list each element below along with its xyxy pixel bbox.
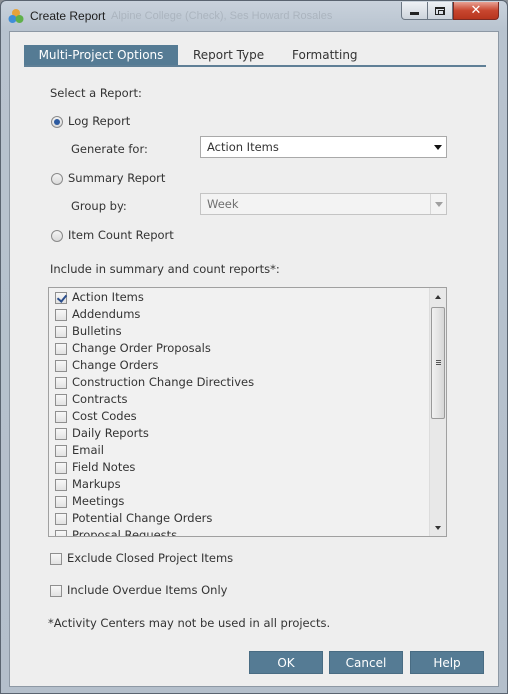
list-item[interactable]: Email xyxy=(49,442,429,459)
chevron-down-icon xyxy=(430,194,446,214)
activity-centers-list[interactable]: Action Items Addendums Bulletins Change … xyxy=(48,287,447,537)
log-report-label[interactable]: Log Report xyxy=(68,114,130,128)
minimize-button[interactable] xyxy=(401,2,428,20)
list-items: Action Items Addendums Bulletins Change … xyxy=(49,288,429,536)
list-item[interactable]: Contracts xyxy=(49,391,429,408)
select-report-label: Select a Report: xyxy=(50,86,142,100)
chevron-down-icon xyxy=(430,137,446,157)
checkbox[interactable] xyxy=(55,309,67,321)
group-by-select[interactable]: Week xyxy=(200,193,447,215)
list-item[interactable]: Action Items xyxy=(49,289,429,306)
app-icon xyxy=(8,9,24,23)
checkbox[interactable] xyxy=(55,513,67,525)
generate-for-label: Generate for: xyxy=(71,142,148,156)
checkbox[interactable] xyxy=(55,496,67,508)
list-item[interactable]: Field Notes xyxy=(49,459,429,476)
dialog-body: Multi-Project Options Report Type Format… xyxy=(9,31,499,687)
close-icon: ✕ xyxy=(470,3,482,18)
maximize-button[interactable] xyxy=(427,2,453,20)
checkbox[interactable] xyxy=(55,530,67,536)
summary-report-radio[interactable] xyxy=(51,173,63,185)
scroll-down-button[interactable] xyxy=(430,519,446,536)
overdue-only-label[interactable]: Include Overdue Items Only xyxy=(67,583,227,597)
title-bar[interactable]: Create Report Alpine College (Check), Se… xyxy=(1,1,507,31)
tab-strip: Multi-Project Options Report Type Format… xyxy=(24,45,486,67)
checkbox[interactable] xyxy=(55,428,67,440)
list-item[interactable]: Bulletins xyxy=(49,323,429,340)
checkbox[interactable] xyxy=(55,394,67,406)
exclude-closed-checkbox[interactable] xyxy=(50,553,62,565)
tab-formatting[interactable]: Formatting xyxy=(292,45,358,65)
list-item[interactable]: Potential Change Orders xyxy=(49,510,429,527)
overdue-only-checkbox[interactable] xyxy=(50,585,62,597)
window-title: Create Report xyxy=(30,9,106,23)
checkbox[interactable] xyxy=(55,445,67,457)
arrow-down-icon xyxy=(435,525,441,530)
scroll-thumb[interactable] xyxy=(431,307,445,419)
list-item[interactable]: Meetings xyxy=(49,493,429,510)
close-button[interactable]: ✕ xyxy=(453,2,499,20)
list-item[interactable]: Markups xyxy=(49,476,429,493)
list-item[interactable]: Change Orders xyxy=(49,357,429,374)
checkbox[interactable] xyxy=(55,326,67,338)
checkbox[interactable] xyxy=(55,411,67,423)
list-item[interactable]: Cost Codes xyxy=(49,408,429,425)
list-item[interactable]: Daily Reports xyxy=(49,425,429,442)
list-item[interactable]: Change Order Proposals xyxy=(49,340,429,357)
group-by-label: Group by: xyxy=(71,199,127,213)
list-item[interactable]: Proposal Requests xyxy=(49,527,429,536)
generate-for-value: Action Items xyxy=(207,140,279,154)
checkbox[interactable] xyxy=(55,360,67,372)
generate-for-select[interactable]: Action Items xyxy=(200,136,447,158)
summary-report-label[interactable]: Summary Report xyxy=(68,171,165,185)
minimize-icon xyxy=(410,12,419,15)
group-by-value: Week xyxy=(207,197,239,211)
tab-report-type[interactable]: Report Type xyxy=(193,45,264,65)
ok-button[interactable]: OK xyxy=(249,651,323,674)
list-item[interactable]: Construction Change Directives xyxy=(49,374,429,391)
restore-icon xyxy=(435,6,445,15)
item-count-report-radio[interactable] xyxy=(51,230,63,242)
grip-icon xyxy=(436,360,441,366)
checkbox[interactable] xyxy=(55,292,67,304)
checkbox[interactable] xyxy=(55,377,67,389)
list-item[interactable]: Addendums xyxy=(49,306,429,323)
cancel-button[interactable]: Cancel xyxy=(329,651,403,674)
window-title-background-text: Alpine College (Check), Ses Howard Rosal… xyxy=(111,10,333,22)
checkbox[interactable] xyxy=(55,479,67,491)
exclude-closed-label[interactable]: Exclude Closed Project Items xyxy=(67,551,233,565)
create-report-dialog: Create Report Alpine College (Check), Se… xyxy=(0,0,508,694)
scroll-up-button[interactable] xyxy=(430,288,446,305)
help-button[interactable]: Help xyxy=(410,651,484,674)
list-scrollbar[interactable] xyxy=(429,288,446,536)
include-label: Include in summary and count reports*: xyxy=(50,262,280,276)
checkbox[interactable] xyxy=(55,462,67,474)
item-count-report-label[interactable]: Item Count Report xyxy=(68,228,174,242)
arrow-up-icon xyxy=(435,294,441,299)
tab-multi-project-options[interactable]: Multi-Project Options xyxy=(24,45,178,65)
checkbox[interactable] xyxy=(55,343,67,355)
log-report-radio[interactable] xyxy=(51,116,63,128)
footnote: *Activity Centers may not be used in all… xyxy=(48,616,331,630)
